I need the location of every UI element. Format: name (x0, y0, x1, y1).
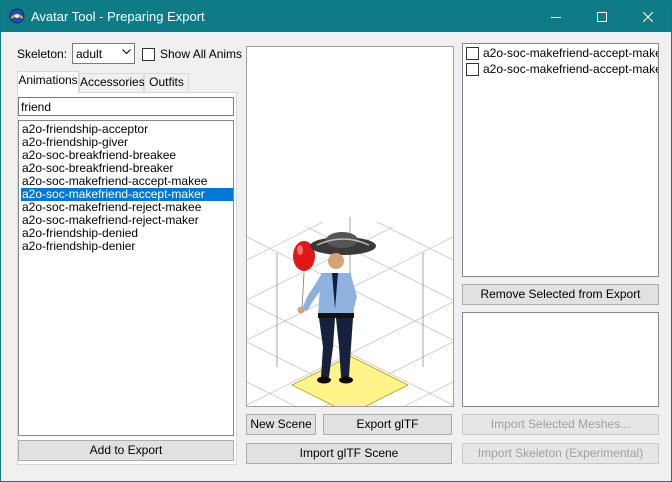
search-value: friend (21, 100, 52, 114)
skeleton-select[interactable]: adult (72, 43, 135, 64)
chevron-down-icon (122, 49, 131, 55)
new-scene-button[interactable]: New Scene (246, 414, 316, 435)
export-item-label: a2o-soc-makefriend-accept-makee (483, 62, 659, 76)
import-skeleton-button[interactable]: Import Skeleton (Experimental) (462, 443, 659, 464)
app-window: Avatar Tool - Preparing Export Skeleton:… (0, 0, 672, 482)
show-all-anims-label[interactable]: Show All Anims (160, 47, 242, 61)
minimize-button[interactable] (533, 1, 579, 32)
import-gltf-scene-button[interactable]: Import glTF Scene (246, 443, 452, 464)
close-icon (643, 11, 653, 22)
tab-accessories[interactable]: Accessories (79, 73, 145, 92)
add-to-export-button[interactable]: Add to Export (18, 440, 234, 461)
minimize-icon (551, 16, 561, 18)
window-title: Avatar Tool - Preparing Export (31, 9, 205, 24)
show-all-anims-checkbox[interactable] (142, 48, 155, 61)
skeleton-label: Skeleton: (17, 47, 68, 61)
remove-selected-button[interactable]: Remove Selected from Export (462, 284, 659, 305)
avatar-preview-scene (247, 217, 453, 406)
export-item-checkbox[interactable] (466, 63, 479, 76)
tab-outfits[interactable]: Outfits (144, 73, 189, 92)
maximize-button[interactable] (579, 1, 625, 32)
skeleton-value: adult (76, 47, 103, 61)
tab-animations[interactable]: Animations (17, 71, 79, 93)
animation-list[interactable]: a2o-friendship-acceptor a2o-friendship-g… (18, 120, 234, 436)
export-list[interactable]: a2o-soc-makefriend-accept-maker a2o-soc-… (462, 43, 659, 277)
title-bar[interactable]: Avatar Tool - Preparing Export (1, 1, 671, 32)
export-gltf-button[interactable]: Export glTF (323, 414, 452, 435)
app-icon (9, 8, 25, 24)
animation-list-item[interactable]: a2o-friendship-denier (21, 240, 135, 253)
maximize-icon (597, 11, 607, 22)
3d-viewport[interactable] (246, 46, 454, 407)
mesh-list[interactable] (462, 312, 659, 407)
export-item-checkbox[interactable] (466, 47, 479, 60)
import-selected-meshes-button[interactable]: Import Selected Meshes... (462, 414, 659, 435)
close-button[interactable] (625, 1, 671, 32)
export-item-label: a2o-soc-makefriend-accept-maker (483, 46, 659, 60)
search-input[interactable]: friend (18, 97, 234, 116)
